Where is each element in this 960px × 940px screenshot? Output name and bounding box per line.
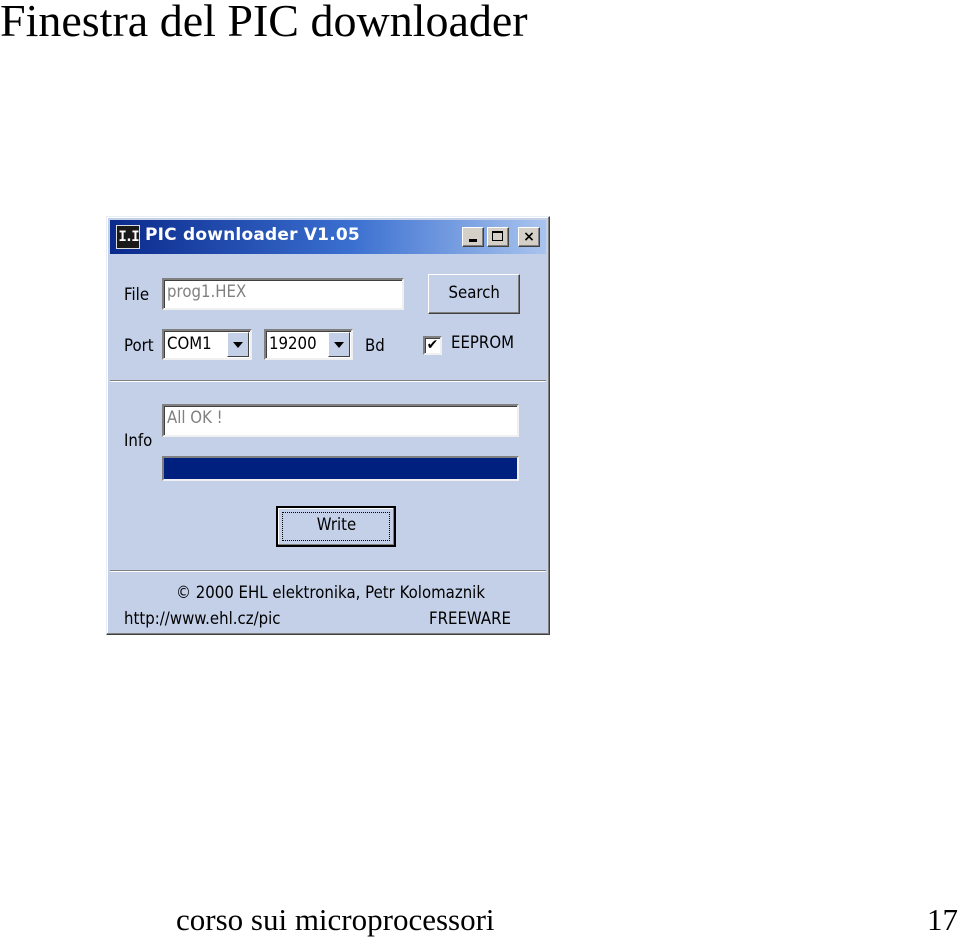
footer-separator [110, 570, 546, 572]
website-link[interactable]: http://www.ehl.cz/pic [124, 609, 281, 629]
port-dropdown-icon[interactable] [227, 332, 249, 357]
slide-title: Finestra del PIC downloader [0, 0, 528, 46]
freeware-label: FREEWARE [429, 609, 511, 629]
search-button[interactable]: Search [428, 274, 520, 314]
baud-dropdown-icon[interactable] [328, 332, 350, 357]
checkmark-icon: ✔ [426, 337, 439, 353]
info-label: Info [124, 431, 153, 451]
pic-downloader-window: I.I PIC downloader V1.05 × File prog1.HE… [106, 216, 550, 635]
file-path-value: prog1.HEX [167, 282, 247, 302]
window-title: PIC downloader V1.05 [145, 225, 360, 245]
app-icon[interactable]: I.I [116, 225, 140, 249]
minimize-icon [469, 239, 477, 242]
separator [110, 380, 546, 382]
eeprom-label[interactable]: EEPROM [451, 333, 514, 353]
port-label: Port [124, 336, 154, 356]
info-status-field: All OK ! [162, 404, 519, 437]
baud-rate-value: 19200 [269, 334, 317, 354]
maximize-button[interactable] [487, 227, 509, 247]
baud-unit-label: Bd [365, 336, 385, 356]
title-bar[interactable]: I.I PIC downloader V1.05 × [110, 220, 546, 254]
port-select-value: COM1 [167, 334, 212, 354]
write-button[interactable]: Write [276, 506, 396, 547]
file-path-input[interactable]: prog1.HEX [162, 278, 404, 310]
eeprom-checkbox[interactable]: ✔ [423, 336, 442, 355]
write-button-label: Write [316, 515, 356, 535]
info-status-text: All OK ! [167, 408, 223, 428]
maximize-icon [492, 231, 503, 241]
slide-footer: corso sui microprocessori [176, 902, 495, 937]
copyright-text: © 2000 EHL elektronika, Petr Kolomaznik [176, 583, 486, 603]
close-button[interactable]: × [518, 227, 540, 247]
file-label: File [124, 285, 150, 305]
baud-rate-select[interactable]: 19200 [264, 329, 353, 360]
minimize-button[interactable] [462, 227, 484, 247]
port-select[interactable]: COM1 [162, 329, 252, 360]
close-icon: × [523, 229, 535, 245]
progress-bar [162, 456, 519, 481]
progress-bar-fill [164, 458, 517, 479]
search-button-label: Search [448, 283, 500, 303]
slide-page-number: 17 [927, 902, 958, 937]
